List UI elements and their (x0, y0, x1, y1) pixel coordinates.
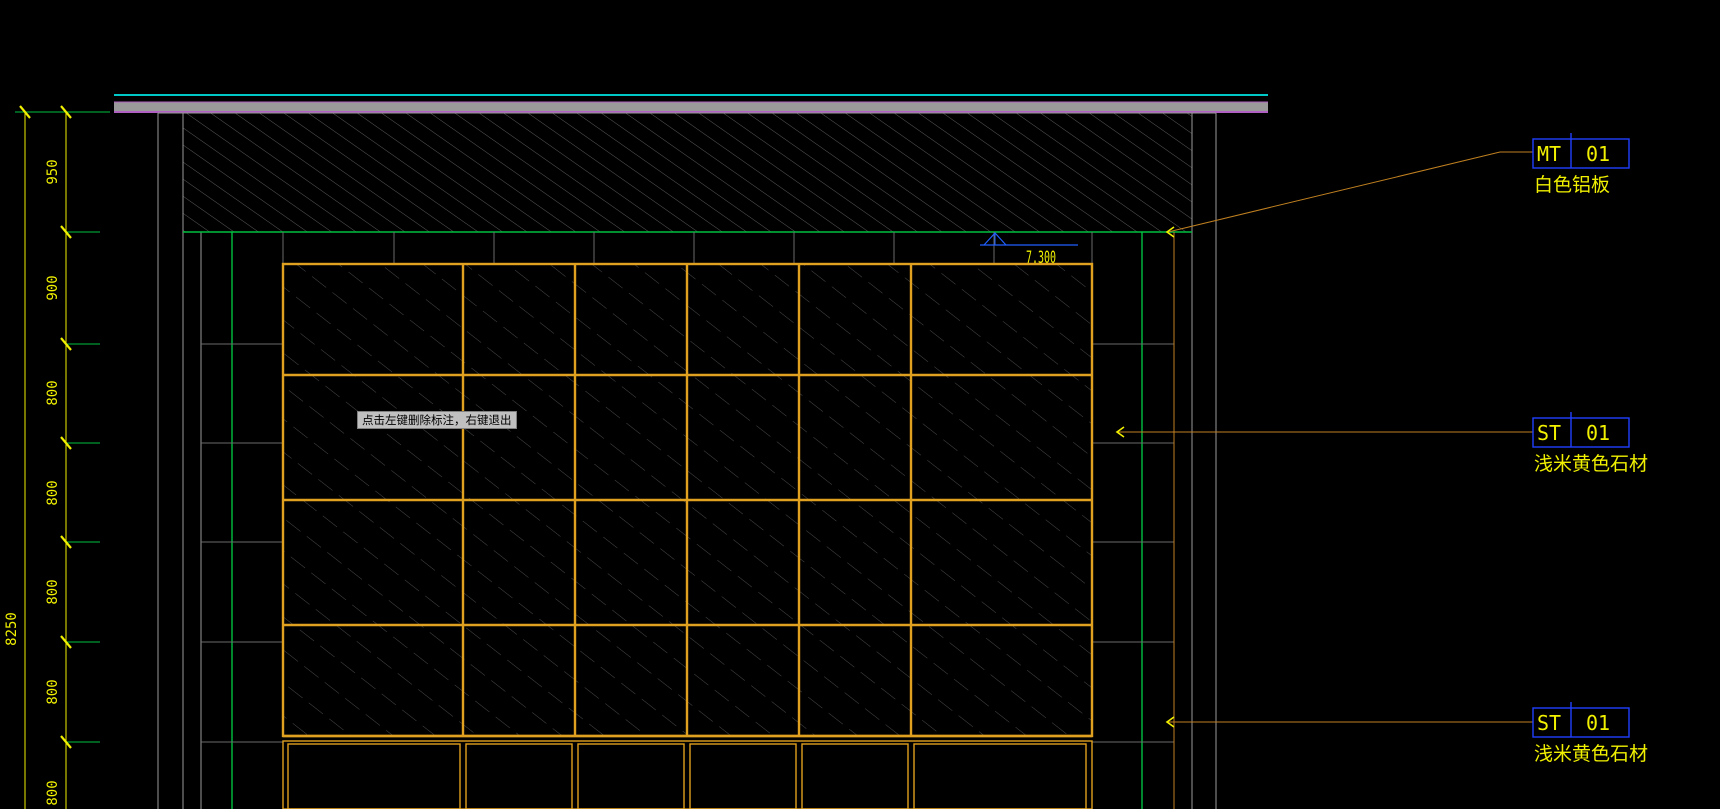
leader-arrows (1115, 226, 1175, 728)
material-code: MT (1537, 142, 1561, 166)
material-description: 浅米黄色石材 (1534, 743, 1648, 765)
material-number: 01 (1586, 711, 1610, 735)
dimension-value: 950 (45, 159, 61, 184)
aluminium-panel-band (182, 112, 1193, 233)
dimension-value: 800 (45, 380, 61, 405)
dimension-value: 800 (45, 679, 61, 704)
material-code: ST (1537, 421, 1561, 445)
dimension-chain-left[interactable]: 950 900 800 800 800 800 800 8250 (4, 105, 110, 809)
material-number: 01 (1586, 142, 1610, 166)
dimension-value: 800 (45, 780, 61, 805)
leader-lines (1118, 151, 1533, 723)
dimension-total: 8250 (4, 612, 20, 646)
material-code: ST (1537, 711, 1561, 735)
cad-drawing-canvas[interactable]: 7.300 950 900 800 800 800 800 800 8250 M… (0, 0, 1720, 809)
material-tag[interactable]: MT 01 白色铝板 (1532, 133, 1630, 196)
material-description: 浅米黄色石材 (1534, 453, 1648, 475)
dimension-value: 900 (45, 275, 61, 300)
dimension-value: 800 (45, 480, 61, 505)
material-tag[interactable]: ST 01 浅米黄色石材 (1532, 412, 1648, 475)
elevation-label: 7.300 (1026, 248, 1056, 268)
material-tag[interactable]: ST 01 浅米黄色石材 (1532, 702, 1648, 765)
material-number: 01 (1586, 421, 1610, 445)
command-tooltip: 点击左键删除标注，右键退出 (357, 411, 517, 429)
lower-panels (282, 740, 1093, 809)
roof-cap (114, 94, 1268, 113)
dimension-value: 800 (45, 579, 61, 604)
elevation-marker[interactable]: 7.300 (980, 232, 1078, 268)
material-description: 白色铝板 (1534, 174, 1610, 196)
